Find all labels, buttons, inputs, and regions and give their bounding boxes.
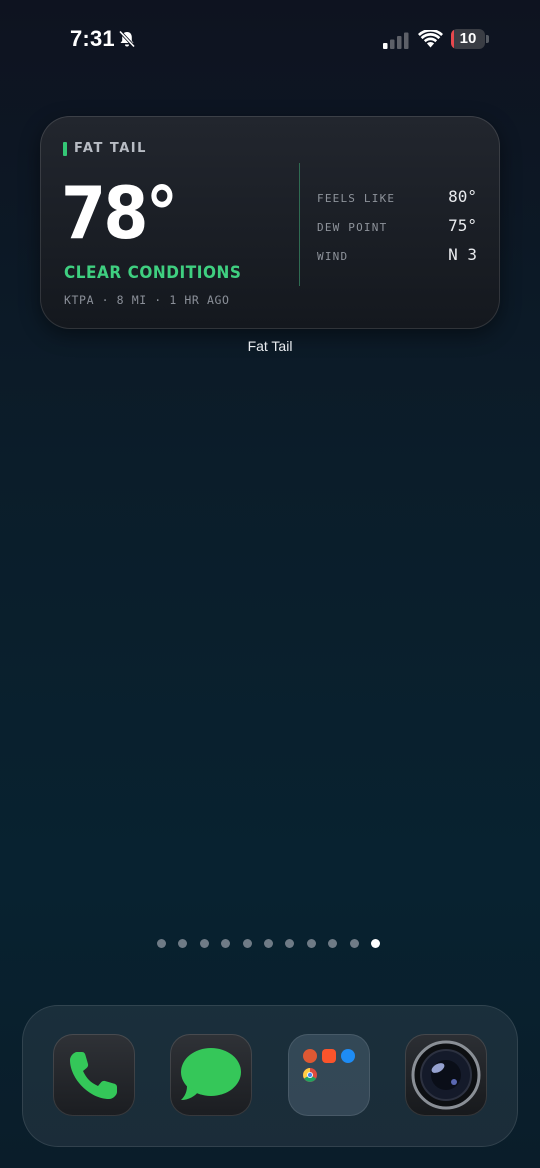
page-dot[interactable] [328, 939, 338, 948]
page-dot[interactable] [370, 939, 380, 948]
page-dot[interactable] [157, 939, 166, 948]
silent-mode-icon [118, 30, 136, 48]
widget-divider [299, 163, 300, 286]
widget-title: FAT TAIL [63, 141, 147, 156]
battery-level: 10 [459, 30, 477, 47]
status-bar: 7:31 10 [0, 0, 540, 80]
station-meta: KTPA · 8 MI · 1 HR AGO [64, 293, 230, 307]
page-dot[interactable] [263, 939, 273, 948]
browsers-folder[interactable] [288, 1034, 370, 1116]
stat-label-wind: WIND [317, 250, 349, 263]
stat-value-wind: N 3 [448, 245, 477, 264]
phone-app-icon[interactable] [53, 1034, 135, 1116]
brave-icon [322, 1049, 336, 1063]
page-dot[interactable] [306, 939, 316, 948]
stat-value-dew-point: 75° [448, 216, 477, 235]
page-dot[interactable] [221, 939, 231, 948]
stat-label-feels-like: FEELS LIKE [317, 192, 396, 205]
weather-widget[interactable]: FAT TAIL 78° CLEAR CONDITIONS KTPA · 8 M… [40, 116, 500, 329]
page-indicator[interactable] [157, 939, 392, 948]
page-dot[interactable] [178, 939, 188, 948]
messages-app-icon[interactable] [170, 1034, 252, 1116]
chrome-icon [303, 1068, 317, 1082]
battery-indicator: 10 [451, 29, 489, 49]
cellular-signal-icon [383, 32, 409, 49]
camera-app-icon[interactable] [405, 1034, 487, 1116]
wifi-icon [418, 30, 443, 48]
page-dot[interactable] [285, 939, 295, 948]
stat-value-feels-like: 80° [448, 187, 477, 206]
widget-title-text: FAT TAIL [74, 141, 147, 156]
accent-bar [63, 141, 67, 156]
condition-text: CLEAR CONDITIONS [64, 263, 242, 283]
page-dot[interactable] [242, 939, 252, 948]
messages-icon [181, 1048, 241, 1100]
status-time: 7:31 [70, 26, 115, 51]
safari-icon [341, 1049, 355, 1063]
page-dot[interactable] [199, 939, 209, 948]
phone-icon [70, 1052, 117, 1099]
page-dot[interactable] [349, 939, 359, 948]
camera-icon [411, 1040, 481, 1110]
stat-label-dew-point: DEW POINT [317, 221, 388, 234]
widget-app-label: Fat Tail [247, 338, 293, 354]
current-temperature: 78° [61, 171, 178, 255]
duckduckgo-icon [303, 1049, 317, 1063]
